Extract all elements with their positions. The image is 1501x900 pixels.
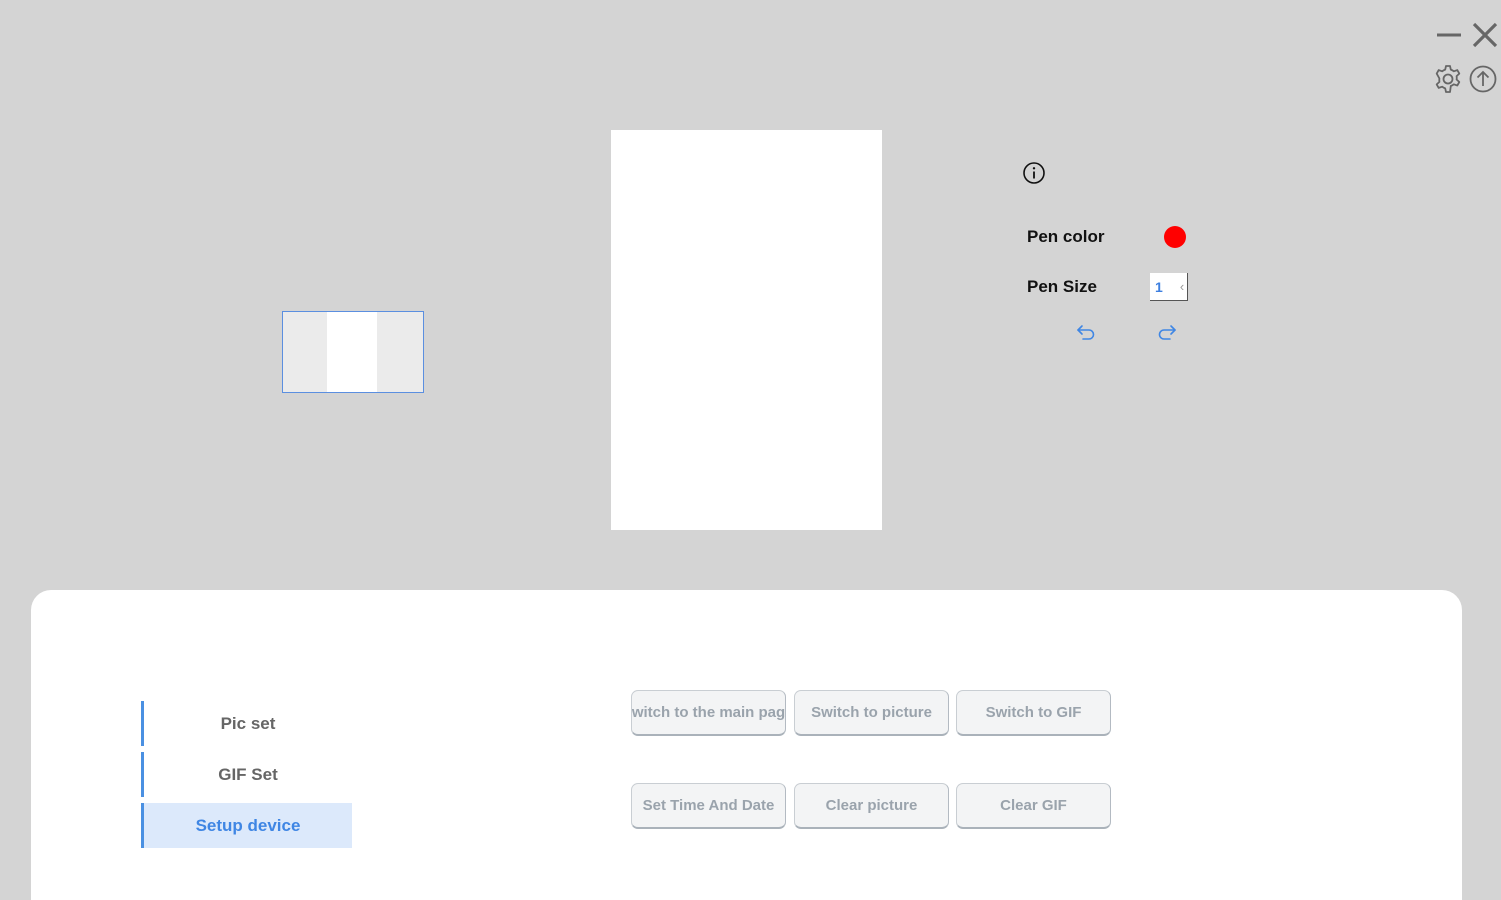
clear-gif-button[interactable]: Clear GIF [956, 783, 1111, 829]
redo-icon[interactable] [1155, 319, 1179, 343]
set-time-and-date-button[interactable]: Set Time And Date [631, 783, 786, 829]
minimize-button[interactable] [1434, 22, 1464, 48]
pen-size-spinbox[interactable]: 1 ‹ [1150, 273, 1188, 301]
close-button[interactable] [1470, 20, 1500, 50]
switch-to-main-page-button[interactable]: witch to the main pag [631, 690, 786, 736]
upload-button[interactable] [1467, 63, 1499, 95]
upload-icon [1469, 65, 1497, 93]
switch-to-picture-button[interactable]: Switch to picture [794, 690, 949, 736]
picture-thumbnail[interactable] [282, 311, 424, 393]
pen-size-value[interactable]: 1 [1150, 279, 1177, 295]
undo-icon[interactable] [1074, 319, 1098, 343]
thumbnail-right-area [377, 312, 421, 392]
clear-picture-button[interactable]: Clear picture [794, 783, 949, 829]
thumbnail-center-area [327, 312, 377, 392]
app-window: Pen color Pen Size 1 ‹ Pic set GIF Set S… [0, 0, 1501, 900]
switch-to-gif-button[interactable]: Switch to GIF [956, 690, 1111, 736]
info-icon[interactable] [1022, 161, 1046, 185]
settings-button[interactable] [1432, 63, 1464, 95]
pen-color-swatch[interactable] [1164, 226, 1186, 248]
nav-item-gif-set[interactable]: GIF Set [141, 752, 352, 797]
nav-item-setup-device[interactable]: Setup device [141, 803, 352, 848]
pen-size-label: Pen Size [1027, 277, 1097, 296]
thumbnail-left-area [283, 312, 327, 392]
minimize-icon [1437, 33, 1461, 37]
chevron-left-icon[interactable]: ‹ [1177, 279, 1187, 294]
pen-color-label: Pen color [1027, 227, 1105, 246]
close-icon [1472, 22, 1498, 48]
drawing-canvas[interactable] [611, 130, 882, 530]
nav-item-pic-set[interactable]: Pic set [141, 701, 352, 746]
gear-icon [1435, 65, 1461, 93]
